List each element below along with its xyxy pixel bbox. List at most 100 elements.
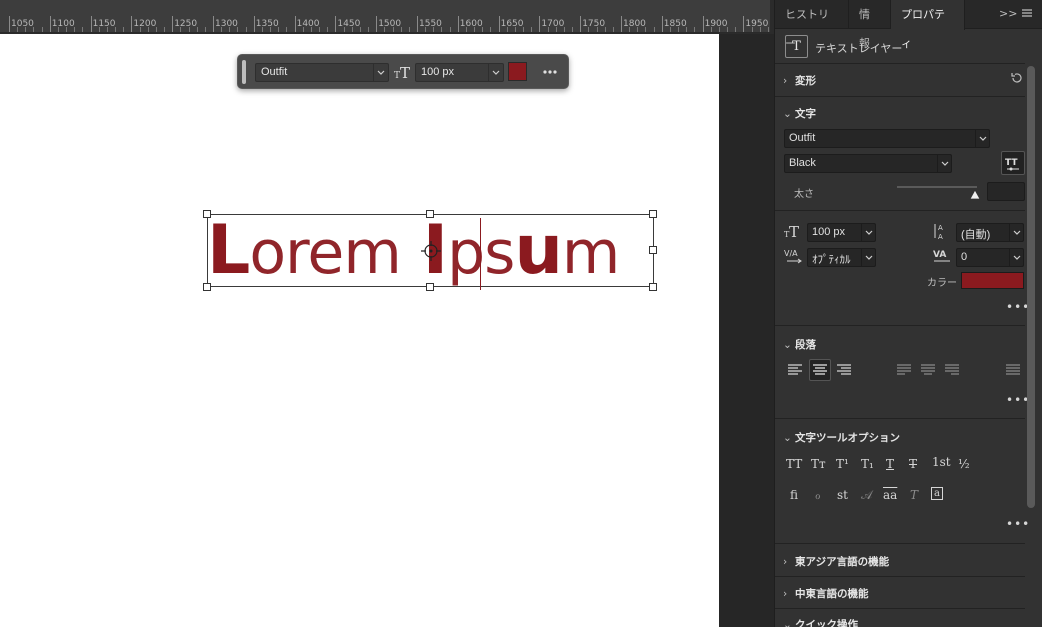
chevron-down-icon	[861, 249, 875, 266]
ruler-major-tick	[253, 16, 255, 32]
ruler-minor-tick	[270, 27, 272, 32]
document-canvas[interactable]	[0, 34, 719, 627]
stylistic-alternates-icon[interactable]: aa	[883, 488, 897, 502]
font-size-select[interactable]: 100 px	[415, 63, 504, 82]
ruler-minor-tick	[327, 27, 329, 32]
justify-right-icon[interactable]	[944, 362, 960, 382]
ruler-tick-label: 1400	[296, 19, 320, 29]
ruler-minor-tick	[123, 27, 125, 32]
font-style-select[interactable]: Black	[784, 154, 952, 173]
tracking-select[interactable]: 0	[956, 248, 1024, 267]
justify-all-icon[interactable]	[1005, 362, 1021, 382]
section-east-asian[interactable]: › 東アジア言語の機能	[783, 554, 889, 569]
more-options-icon[interactable]: •••	[1006, 517, 1030, 531]
chevron-down-icon: ⌄	[783, 432, 792, 444]
ruler-minor-tick	[514, 27, 516, 32]
swash-icon[interactable]: 𝒜	[861, 488, 872, 503]
strikethrough-icon[interactable]: T	[909, 457, 917, 471]
horizontal-ruler[interactable]: 1050 1100 1150 1200 1250 1300 1350 1400 1450 1500…	[0, 0, 770, 33]
divider	[775, 96, 1025, 97]
ruler-minor-tick	[359, 27, 361, 32]
contextual-alternates-icon[interactable]: ℴ	[815, 488, 821, 502]
reset-icon[interactable]	[1010, 70, 1024, 89]
handle-bottom-right[interactable]	[649, 283, 657, 291]
tracking-value: 0	[961, 251, 968, 263]
standard-ligatures-icon[interactable]: fi	[790, 488, 798, 502]
color-label: カラー	[927, 278, 957, 289]
chevron-down-icon	[1009, 249, 1023, 266]
panel-overflow-icon[interactable]: >>	[999, 7, 1017, 20]
ordinals-icon[interactable]: 1st	[932, 455, 951, 469]
fractions-icon[interactable]: ½	[958, 457, 970, 471]
character-font-size-select[interactable]: 100 px	[807, 223, 876, 242]
section-paragraph[interactable]: ⌄ 段落	[783, 337, 816, 352]
ruler-minor-tick	[482, 27, 484, 32]
kerning-select[interactable]: ｵﾌﾟﾃｨｶﾙ	[807, 248, 876, 267]
section-type-tool-options[interactable]: ⌄ 文字ツールオプション	[783, 430, 900, 445]
font-size-icon: TT	[394, 63, 412, 85]
reference-point-icon[interactable]	[421, 241, 441, 261]
ruler-major-tick	[580, 16, 582, 32]
chevron-down-icon	[975, 130, 989, 147]
weight-value-field[interactable]	[987, 182, 1025, 201]
chevron-down-icon: ⌄	[783, 339, 792, 351]
underline-icon[interactable]: T	[886, 457, 894, 471]
ruler-minor-tick	[302, 27, 304, 32]
character-font-family-select[interactable]: Outfit	[784, 129, 990, 148]
chevron-down-icon: ⌄	[783, 108, 792, 120]
panel-menu-icon[interactable]	[1021, 7, 1033, 22]
ruler-minor-tick	[310, 27, 312, 32]
handle-top-center[interactable]	[426, 210, 434, 218]
ruler-minor-tick	[57, 27, 59, 32]
ruler-minor-tick	[368, 27, 370, 32]
ruler-minor-tick	[33, 27, 35, 32]
weight-slider-thumb[interactable]	[969, 185, 981, 200]
text-color-swatch[interactable]	[508, 62, 527, 81]
all-caps-icon[interactable]: TT	[786, 457, 802, 471]
variable-font-icon[interactable]: TT	[1001, 151, 1025, 175]
titling-alternates-icon[interactable]: T	[910, 488, 918, 502]
handle-bottom-center[interactable]	[426, 283, 434, 291]
section-transform[interactable]: › 変形	[783, 73, 816, 88]
character-color-swatch[interactable]	[961, 272, 1024, 289]
more-options-icon[interactable]	[540, 63, 560, 81]
handle-middle-right[interactable]	[649, 246, 657, 254]
ruler-minor-tick	[572, 27, 574, 32]
ruler-tick-label: 1950	[745, 19, 769, 29]
justify-center-icon[interactable]	[920, 362, 936, 382]
ruler-minor-tick	[245, 27, 247, 32]
ruler-minor-tick	[278, 27, 280, 32]
ordinal-box-icon[interactable]: a	[931, 487, 943, 500]
leading-value: (自動)	[961, 229, 991, 241]
ruler-tick-label: 1450	[337, 19, 361, 29]
small-caps-icon[interactable]: Tт	[811, 457, 826, 471]
tab-properties[interactable]: プロパティ	[891, 0, 965, 50]
ruler-minor-tick	[604, 27, 606, 32]
text-layer[interactable]: Lorem Ipsum	[203, 210, 657, 291]
handle-top-left[interactable]	[203, 210, 211, 218]
font-family-select[interactable]: Outfit	[255, 63, 389, 82]
tab-history[interactable]: ヒストリー	[775, 0, 849, 50]
handle-bottom-left[interactable]	[203, 283, 211, 291]
leading-select[interactable]: (自動)	[956, 223, 1024, 242]
section-middle-east[interactable]: › 中東言語の機能	[783, 586, 869, 601]
tab-info[interactable]: 情報	[849, 0, 891, 50]
handle-top-right[interactable]	[649, 210, 657, 218]
ruler-major-tick	[376, 16, 378, 32]
section-quick-actions[interactable]: ⌄ クイック操作	[783, 617, 858, 627]
font-size-value: 100 px	[812, 226, 846, 238]
ruler-minor-tick	[17, 27, 19, 32]
section-character[interactable]: ⌄ 文字	[783, 106, 816, 121]
superscript-icon[interactable]: T¹	[836, 457, 849, 471]
align-center-icon[interactable]	[809, 359, 831, 381]
section-title: 中東言語の機能	[795, 588, 869, 600]
ruler-minor-tick	[759, 27, 761, 32]
drag-handle[interactable]	[242, 60, 246, 84]
align-left-icon[interactable]	[787, 362, 803, 382]
panel-scrollbar[interactable]	[1027, 66, 1035, 508]
align-right-icon[interactable]	[836, 362, 852, 382]
justify-left-icon[interactable]	[896, 362, 912, 382]
subscript-icon[interactable]: T₁	[861, 457, 874, 471]
discretionary-ligatures-icon[interactable]: st	[837, 488, 848, 502]
weight-slider-track[interactable]	[897, 186, 977, 188]
